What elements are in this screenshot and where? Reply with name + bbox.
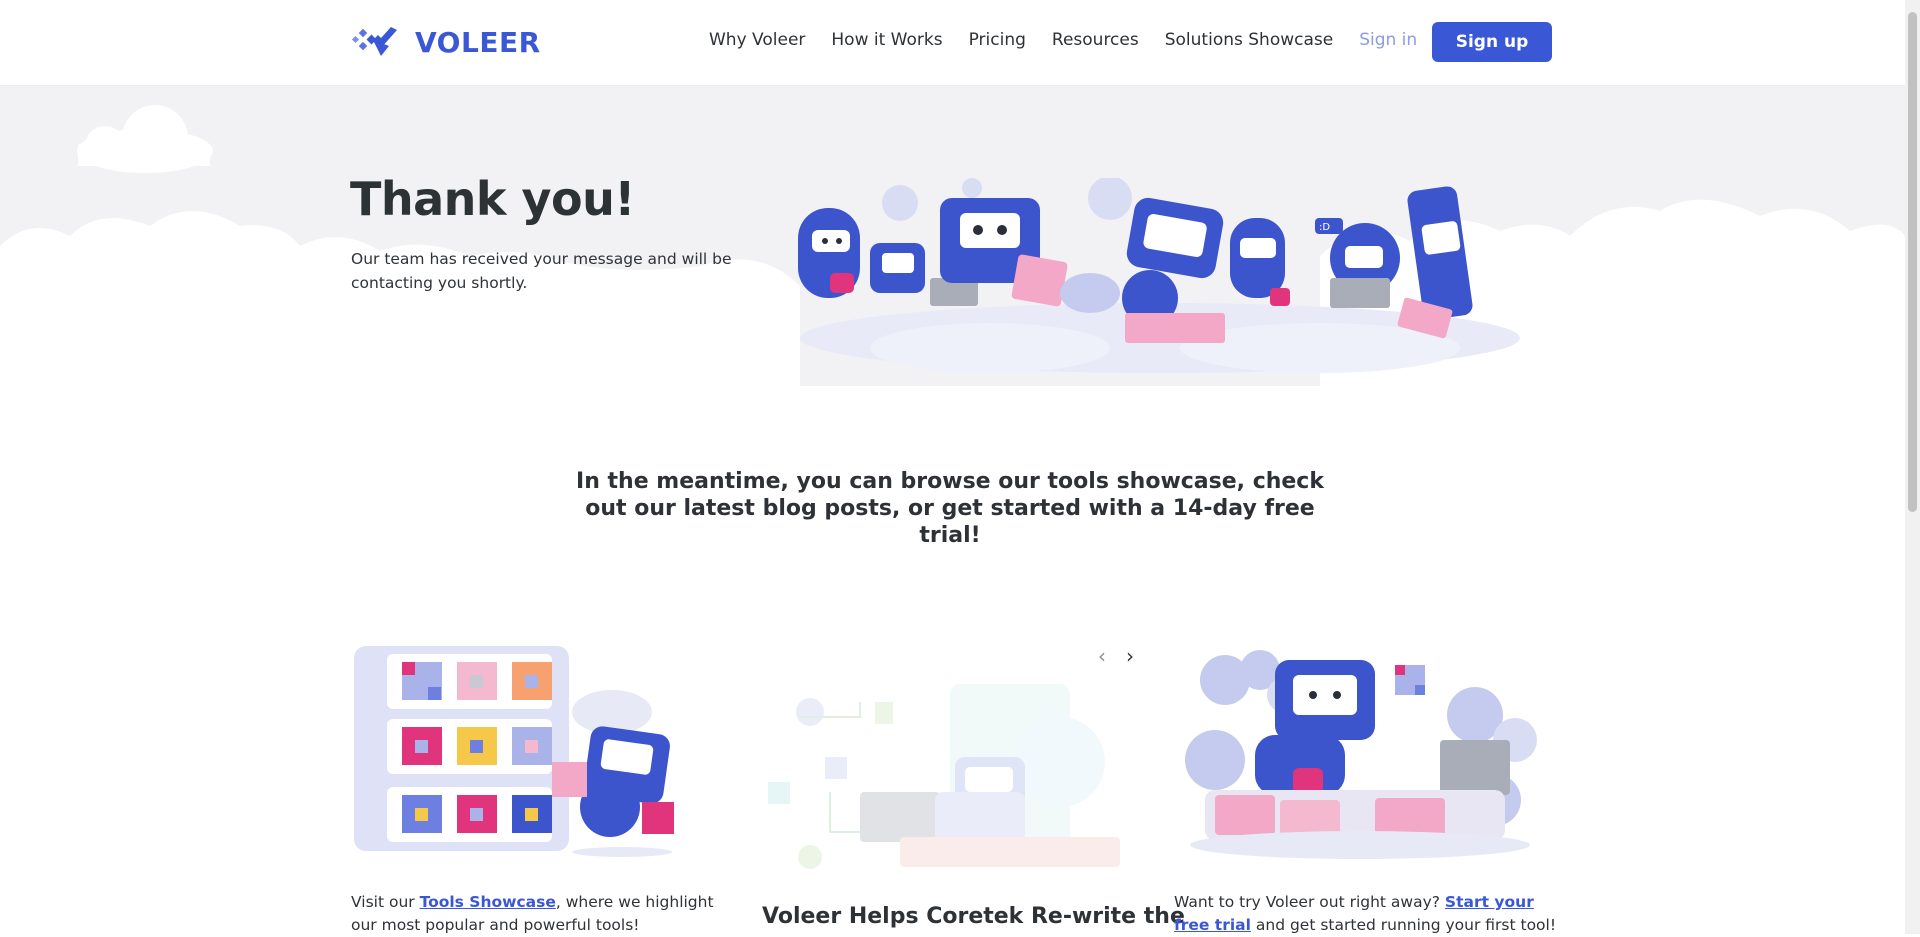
showcase-prefix-text: Visit our [351,893,420,911]
robots-team-illustration: :D [798,178,1520,373]
sign-in-link[interactable]: Sign in [1359,30,1417,50]
voleer-logo[interactable]: VOLEER [351,24,541,60]
tools-showcase-link[interactable]: Tools Showcase [420,893,556,911]
blog-post-title[interactable]: Voleer Helps Coretek Re-write the [762,904,1185,929]
nav-pricing[interactable]: Pricing [969,30,1026,50]
tools-showcase-card-text: Visit our Tools Showcase, where we highl… [351,891,731,937]
page-scrollbar[interactable] [1905,0,1920,934]
voleer-logo-icon [351,27,397,56]
nav-resources[interactable]: Resources [1052,30,1139,50]
chevron-right-icon[interactable]: › [1126,644,1134,668]
site-header: VOLEER Why Voleer How it Works Pricing R… [0,0,1905,86]
blog-post-illustration [768,684,1120,869]
tools-showcase-illustration [354,646,674,857]
nav-solutions-showcase[interactable]: Solutions Showcase [1165,30,1333,50]
chevron-left-icon[interactable]: ‹ [1098,644,1106,668]
nav-how-it-works[interactable]: How it Works [831,30,942,50]
nav-why-voleer[interactable]: Why Voleer [709,30,805,50]
next-steps-heading: In the meantime, you can browse our tool… [576,469,1324,548]
sign-up-button[interactable]: Sign up [1432,22,1552,62]
page-title: Thank you! [350,172,635,226]
trial-prefix-text: Want to try Voleer out right away? [1174,893,1445,911]
free-trial-card-text: Want to try Voleer out right away? Start… [1174,891,1559,937]
hero-message: Our team has received your message and w… [351,250,732,292]
scrollbar-thumb[interactable] [1908,12,1917,512]
trial-suffix-text: and get started running your first tool! [1250,916,1557,934]
main-nav: Why Voleer How it Works Pricing Resource… [709,30,1433,50]
free-trial-illustration [1185,650,1537,859]
logo-text: VOLEER [415,25,541,59]
svg-text::D: :D [1319,222,1330,233]
